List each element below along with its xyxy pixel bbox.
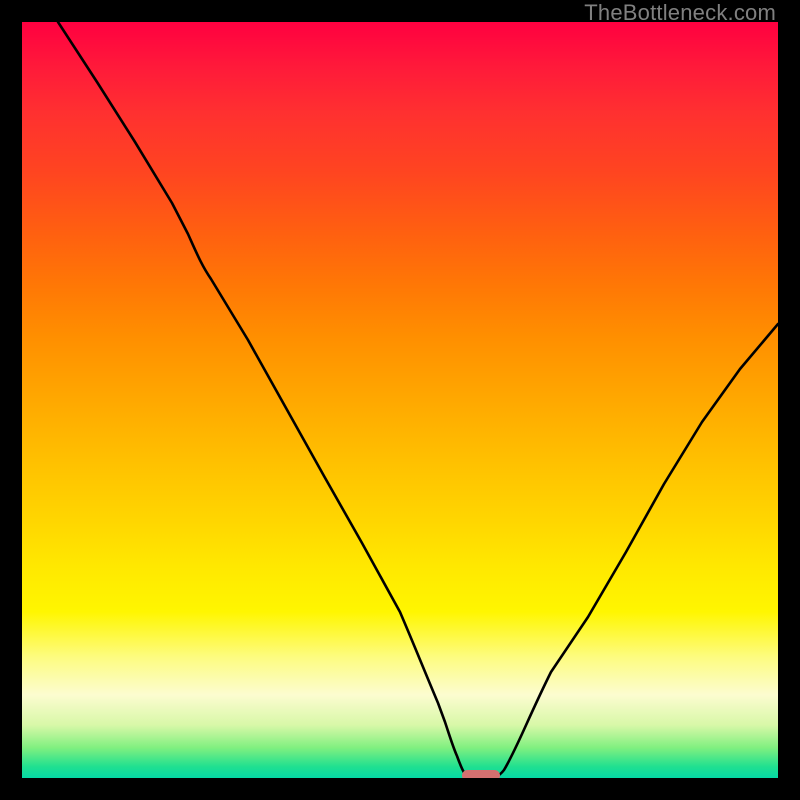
optimal-marker <box>462 770 500 778</box>
chart-frame: TheBottleneck.com <box>0 0 800 800</box>
watermark-text: TheBottleneck.com <box>584 0 776 26</box>
bottleneck-curve <box>22 22 778 778</box>
plot-area <box>22 22 778 778</box>
curve-path <box>58 22 778 777</box>
